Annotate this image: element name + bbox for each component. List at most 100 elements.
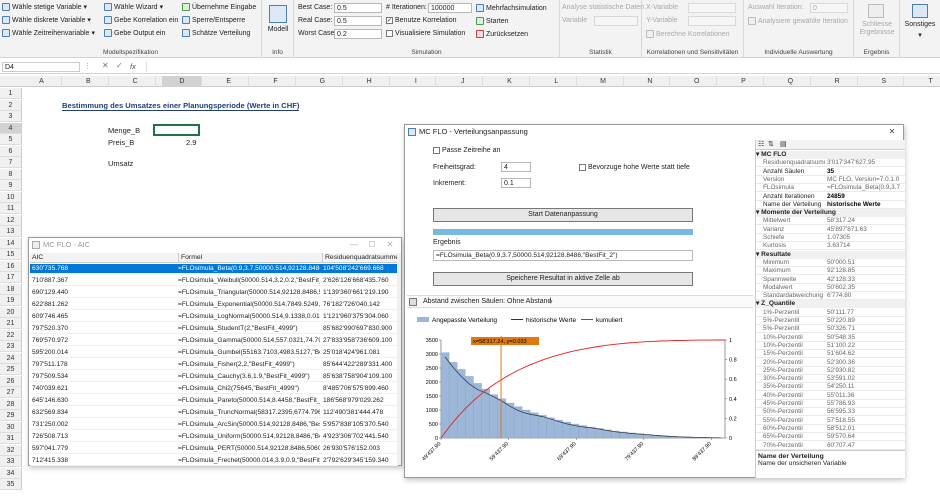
column-header[interactable]: L: [537, 76, 577, 87]
header-formula[interactable]: Formel: [178, 253, 202, 263]
property-row[interactable]: 55%-Perzentil 57'518.55: [756, 417, 905, 425]
wizard-button[interactable]: Wähle Wizard ▾: [104, 3, 163, 11]
row-header[interactable]: 28: [0, 398, 22, 410]
column-header[interactable]: C: [116, 76, 156, 87]
table-row[interactable]: 597'041.779 =FLOsimula_PERT(50000.514,921…: [30, 444, 398, 454]
property-row[interactable]: 10%-Perzentil 50'548.35: [756, 334, 905, 342]
row-header[interactable]: 23: [0, 341, 22, 352]
property-row[interactable]: Kurtosis 3.63714: [756, 242, 905, 251]
table-row[interactable]: 690'129.440 =FLOsimula_Triangular(50000.5…: [30, 288, 398, 298]
column-header[interactable]: S: [864, 76, 905, 87]
column-header[interactable]: M: [584, 76, 624, 87]
property-row[interactable]: 25%-Perzentil 52'930.82: [756, 367, 905, 375]
row-header[interactable]: 25: [0, 364, 22, 375]
categorized-icon[interactable]: ☷: [758, 140, 764, 150]
function-icon[interactable]: fx: [130, 62, 136, 71]
chevron-down-icon[interactable]: ▾: [900, 31, 940, 39]
table-row[interactable]: 740'039.621 =FLOsimula_Chi2(75645,"BestFi…: [30, 384, 398, 394]
property-row[interactable]: Modalwert 50'602.35: [756, 284, 905, 292]
active-cell-d4[interactable]: [153, 124, 200, 136]
table-row[interactable]: 731'250.002 =FLOsimula_ArcSin(50000.514,9…: [30, 420, 398, 430]
fit-timeseries-checkbox[interactable]: Passe Zeitreihe an: [433, 147, 500, 154]
table-row[interactable]: 797'511.178 =FLOsimula_Fisher(2,2,"BestFi…: [30, 360, 398, 370]
formula-input[interactable]: [146, 62, 936, 72]
table-row[interactable]: 797'509.534 =FLOsimula_Cauchy(3.6,1.9,"Be…: [30, 372, 398, 382]
column-header[interactable]: N: [630, 76, 671, 87]
name-box[interactable]: D4: [2, 62, 80, 72]
row-header[interactable]: 10: [0, 191, 22, 203]
property-row[interactable]: Schiefe 1.07305: [756, 234, 905, 242]
table-row[interactable]: 726'508.713 =FLOsimula_Uniform(50000.514,…: [30, 432, 398, 442]
iteration-input[interactable]: 0: [810, 3, 848, 13]
model-button-label[interactable]: Modell: [262, 26, 294, 33]
row-header[interactable]: 33: [0, 456, 22, 467]
table-row[interactable]: 710'887.367 =FLOsimula_Weibull(50000.514,…: [30, 276, 398, 286]
property-category[interactable]: ▾ MC FLO: [756, 151, 905, 159]
property-row[interactable]: 50%-Perzentil 56'595.33: [756, 408, 905, 417]
property-row[interactable]: Name der Verteilung historische Werte: [756, 201, 905, 209]
analysis-stat-data-button[interactable]: Analyse statistische Daten: [562, 4, 644, 11]
property-row[interactable]: 30%-Perzentil 53'591.02: [756, 375, 905, 384]
row-header[interactable]: 19: [0, 295, 22, 306]
column-header[interactable]: K: [490, 76, 530, 87]
row-header[interactable]: 18: [0, 283, 22, 295]
row-header[interactable]: 30: [0, 421, 22, 433]
prefer-high-checkbox[interactable]: Bevorzuge hohe Werte statt tiefe: [579, 164, 690, 171]
column-header[interactable]: T: [911, 76, 940, 87]
column-header[interactable]: Q: [771, 76, 811, 87]
column-header[interactable]: B: [69, 76, 109, 87]
close-button[interactable]: ✕: [381, 238, 399, 252]
property-row[interactable]: 65%-Perzentil 59'570.64: [756, 433, 905, 442]
row-header[interactable]: 5: [0, 134, 22, 145]
variable-select[interactable]: [594, 16, 638, 26]
row-header[interactable]: 2: [0, 99, 22, 111]
use-correlation-checkbox[interactable]: ✓ Benutze Korrelation: [386, 17, 456, 24]
property-row[interactable]: Residuenquadratsumme3'017'347'627.95: [756, 159, 905, 168]
column-header[interactable]: O: [677, 76, 718, 87]
column-header[interactable]: E: [209, 76, 250, 87]
property-category[interactable]: ▾ Z_Quantile: [756, 300, 905, 309]
table-row[interactable]: 712'415.338 =FLOsimula_Frechet(50000.014,…: [30, 456, 398, 466]
table-row[interactable]: 630'735.768 =FLOsimula_Beta(0.9,3.7,50000…: [30, 264, 398, 274]
property-category[interactable]: ▾ Momente der Verteilung: [756, 209, 905, 218]
property-row[interactable]: 5%-Perzentil 50'220.89: [756, 317, 905, 325]
row-header[interactable]: 3: [0, 111, 22, 122]
row-header[interactable]: 13: [0, 226, 22, 237]
property-row[interactable]: 60%-Perzentil 58'512.01: [756, 425, 905, 433]
cancel-icon[interactable]: ✕: [102, 61, 109, 70]
reset-button[interactable]: Zurücksetzen: [476, 30, 528, 38]
model-icon[interactable]: [269, 5, 287, 23]
misc-button[interactable]: Sonstiges: [900, 21, 940, 28]
apply-input-button[interactable]: Übernehme Eingabe: [182, 3, 256, 11]
sort-az-icon[interactable]: ⇅: [768, 140, 774, 150]
row-header[interactable]: 1: [0, 88, 22, 99]
column-header[interactable]: H: [350, 76, 390, 87]
table-row[interactable]: 632'569.834 =FLOsimula_TruncNormal(58317.…: [30, 408, 398, 418]
row-header[interactable]: 35: [0, 479, 22, 490]
start-button[interactable]: Starten: [476, 17, 509, 25]
property-row[interactable]: 5%-Perzentil 50'326.71: [756, 325, 905, 334]
x-variable-select[interactable]: [688, 3, 736, 13]
best-case-input[interactable]: 0.5: [334, 3, 382, 13]
calc-correlation-button[interactable]: Berechne Korrelationen: [646, 30, 730, 38]
table-row[interactable]: 797'520.370 =FLOsimula_StudentT(2,"BestFi…: [30, 324, 398, 334]
degrees-stepper[interactable]: 4: [501, 162, 531, 172]
increment-stepper[interactable]: 0.1: [501, 178, 531, 188]
row-header[interactable]: 12: [0, 214, 22, 226]
row-header[interactable]: 31: [0, 433, 22, 444]
column-header[interactable]: P: [724, 76, 764, 87]
y-variable-select[interactable]: [688, 16, 736, 26]
chevron-down-icon[interactable]: ▾: [549, 298, 553, 306]
real-case-input[interactable]: 0.5: [334, 16, 382, 26]
property-row[interactable]: 40%-Perzentil 55'011.36: [756, 392, 905, 400]
property-row[interactable]: Version MC FLO, Version=7.0.1.0: [756, 176, 905, 184]
close-button[interactable]: ✕: [883, 125, 901, 139]
table-row[interactable]: 645'146.630 =FLOsimula_Pareto(50000.514,8…: [30, 396, 398, 406]
lock-unlock-button[interactable]: Sperre/Entsperre: [182, 16, 245, 24]
save-chart-icon[interactable]: [409, 298, 417, 306]
property-row[interactable]: FLOsimula =FLOsimula_Beta(0.9,3.7: [756, 184, 905, 193]
row-header[interactable]: 16: [0, 260, 22, 272]
column-header[interactable]: A: [22, 76, 62, 87]
close-results-button[interactable]: Schliesse Ergebnisse: [854, 21, 900, 37]
property-pages-icon[interactable]: ▤: [780, 140, 787, 150]
